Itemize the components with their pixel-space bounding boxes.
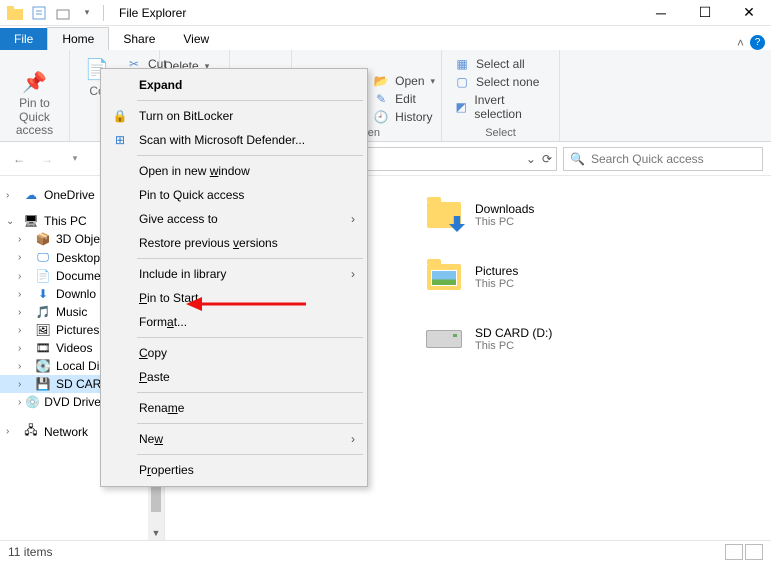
cube-icon: 📦: [34, 232, 52, 246]
minimize-button[interactable]: ─: [639, 0, 683, 26]
search-icon: 🔍: [570, 152, 585, 166]
scroll-down-icon[interactable]: ▼: [148, 526, 164, 540]
pictures-icon: 🖼: [34, 323, 52, 337]
pin-icon: 📌: [20, 69, 50, 95]
ctx-pin-start[interactable]: Pin to Start: [103, 286, 365, 310]
ctx-properties[interactable]: Properties: [103, 458, 365, 482]
ctx-new[interactable]: New›: [103, 427, 365, 451]
select-all-icon: ▦: [454, 57, 470, 71]
ctx-bitlocker[interactable]: 🔒Turn on BitLocker: [103, 104, 365, 128]
edit-button[interactable]: ✎Edit: [369, 91, 439, 107]
disk-icon: 💽: [34, 359, 52, 373]
videos-icon: 🎞: [34, 341, 52, 355]
qat-properties-icon[interactable]: [28, 2, 50, 24]
status-item-count: 11 items: [8, 545, 52, 559]
ribbon-collapse-icon[interactable]: ˄: [737, 36, 744, 50]
submenu-arrow-icon: ›: [351, 267, 355, 281]
select-none-icon: ▢: [454, 75, 470, 89]
documents-icon: 📄: [34, 269, 52, 283]
ctx-pin-quick[interactable]: Pin to Quick access: [103, 183, 365, 207]
open-button[interactable]: 📂Open ▾: [369, 73, 439, 89]
close-button[interactable]: ✕: [727, 0, 771, 26]
pictures-folder-icon: [425, 258, 463, 296]
folder-item-downloads[interactable]: DownloadsThis PC: [425, 196, 761, 234]
open-icon: 📂: [373, 74, 389, 88]
pc-icon: 🖥: [22, 214, 40, 228]
edit-icon: ✎: [373, 92, 389, 106]
search-placeholder: Search Quick access: [591, 152, 704, 166]
select-all-button[interactable]: ▦Select all: [450, 56, 551, 72]
network-icon: 🖧: [22, 421, 40, 442]
desktop-icon: 🖵: [34, 250, 52, 265]
dvd-icon: 💿: [25, 395, 40, 409]
back-button[interactable]: ←: [8, 148, 30, 170]
downloads-icon: ⬇: [34, 287, 52, 301]
icons-view-button[interactable]: [745, 544, 763, 560]
folder-item-pictures[interactable]: PicturesThis PC: [425, 258, 761, 296]
folder-item-sdcard[interactable]: SD CARD (D:)This PC: [425, 320, 761, 358]
downloads-folder-icon: [425, 196, 463, 234]
history-button[interactable]: 🕘History: [369, 109, 439, 125]
recent-locations-button[interactable]: ▾: [64, 148, 86, 170]
tab-view[interactable]: View: [169, 28, 223, 50]
sdcard-icon: 💾: [34, 377, 52, 391]
ctx-rename[interactable]: Rename: [103, 396, 365, 420]
drive-icon: [425, 320, 463, 358]
ctx-copy[interactable]: Copy: [103, 341, 365, 365]
help-icon[interactable]: ?: [750, 35, 765, 50]
ctx-give-access[interactable]: Give access to›: [103, 207, 365, 231]
details-view-button[interactable]: [725, 544, 743, 560]
forward-button[interactable]: →: [36, 148, 58, 170]
ctx-expand[interactable]: Expand: [103, 73, 365, 97]
pin-to-quick-access-button[interactable]: 📌 Pin to Quick access: [8, 67, 61, 139]
ribbon-group-select: Select: [485, 127, 516, 139]
tab-share[interactable]: Share: [109, 28, 169, 50]
defender-icon: ⊞: [111, 133, 129, 147]
ctx-open-new-window[interactable]: Open in new window: [103, 159, 365, 183]
invert-selection-button[interactable]: ◩Invert selection: [450, 92, 551, 122]
invert-icon: ◩: [454, 100, 468, 114]
ctx-defender[interactable]: ⊞Scan with Microsoft Defender...: [103, 128, 365, 152]
qat-new-folder-icon[interactable]: [52, 2, 74, 24]
history-icon: 🕘: [373, 110, 389, 124]
address-dropdown-icon[interactable]: ⌄: [526, 152, 536, 166]
cloud-icon: ☁: [22, 188, 40, 202]
explorer-app-icon: [4, 2, 26, 24]
submenu-arrow-icon: ›: [351, 212, 355, 226]
music-icon: 🎵: [34, 305, 52, 319]
submenu-arrow-icon: ›: [351, 432, 355, 446]
maximize-button[interactable]: ☐: [683, 0, 727, 26]
ctx-paste[interactable]: Paste: [103, 365, 365, 389]
select-none-button[interactable]: ▢Select none: [450, 74, 551, 90]
search-box[interactable]: 🔍 Search Quick access: [563, 147, 763, 171]
ctx-format[interactable]: Format...: [103, 310, 365, 334]
ctx-include-library[interactable]: Include in library›: [103, 262, 365, 286]
refresh-icon[interactable]: ⟳: [542, 152, 552, 166]
tab-file[interactable]: File: [0, 28, 47, 50]
window-title: File Explorer: [119, 6, 639, 20]
qat-dropdown-icon[interactable]: ▾: [76, 2, 98, 24]
context-menu: Expand 🔒Turn on BitLocker ⊞Scan with Mic…: [100, 68, 368, 487]
tab-home[interactable]: Home: [47, 27, 109, 50]
bitlocker-icon: 🔒: [111, 109, 129, 123]
ctx-restore[interactable]: Restore previous versions: [103, 231, 365, 255]
